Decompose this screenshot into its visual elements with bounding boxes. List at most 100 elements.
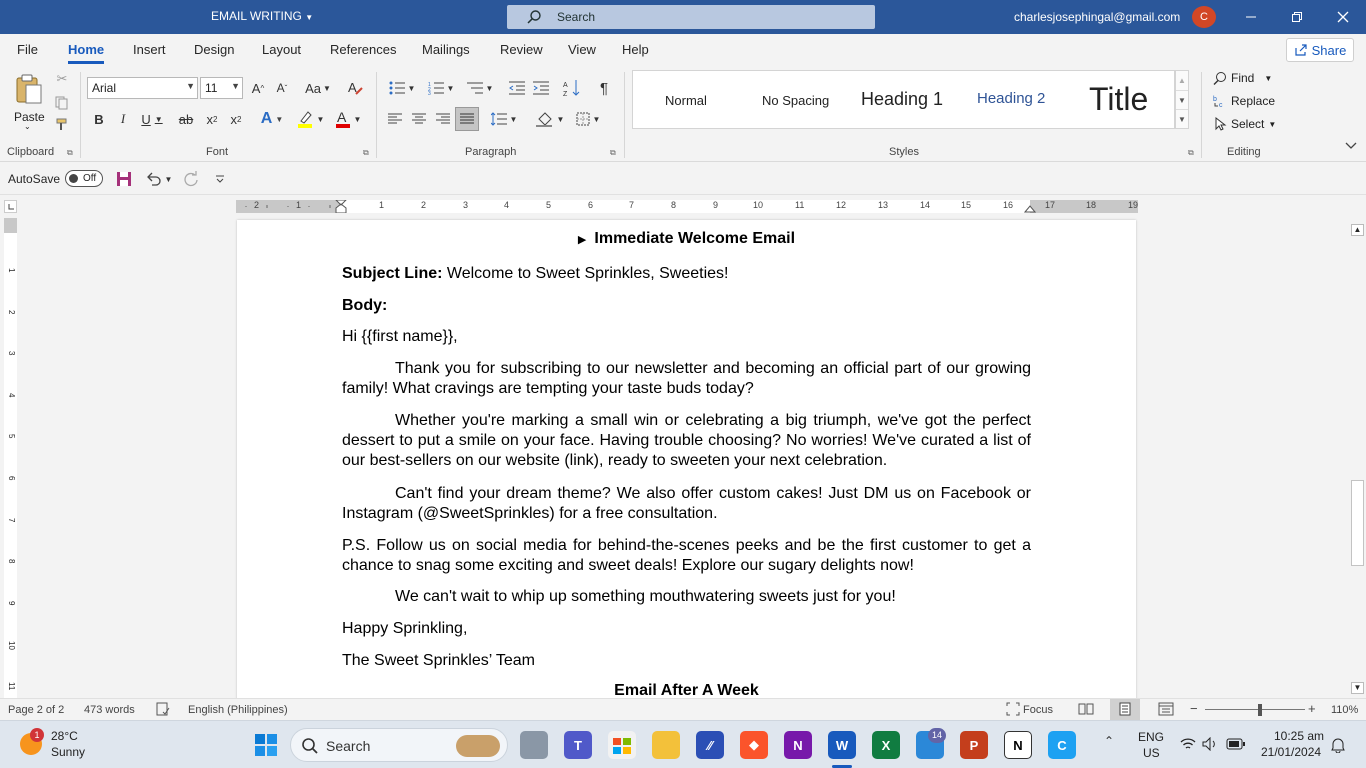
print-layout-button[interactable] — [1110, 699, 1140, 720]
sort-button[interactable]: AZ — [561, 77, 583, 99]
style-heading-1[interactable]: Heading 1 — [861, 89, 943, 110]
weather-temp[interactable]: 28°C — [51, 729, 78, 743]
share-button[interactable]: Share — [1286, 38, 1354, 62]
web-layout-icon[interactable] — [1158, 702, 1174, 716]
font-size-select[interactable]: 11 ▼ — [200, 77, 243, 99]
chevron-up-icon[interactable]: ⌃ — [1104, 734, 1114, 748]
increase-indent-button[interactable] — [531, 77, 551, 99]
word-count[interactable]: 473 words — [84, 704, 135, 716]
word-icon[interactable]: W — [828, 731, 856, 759]
style-title[interactable]: Title — [1089, 81, 1148, 118]
bullets-button[interactable]: ▼ — [385, 77, 419, 99]
tab-view[interactable]: View — [568, 42, 596, 57]
scroll-up-icon[interactable]: ▲ — [1351, 224, 1364, 236]
change-case-button[interactable]: Aa ▼ — [302, 77, 334, 99]
tab-references[interactable]: References — [330, 42, 396, 57]
task-view-icon[interactable] — [520, 731, 548, 759]
strikethrough-button[interactable]: ab — [175, 108, 197, 130]
subscript-button[interactable]: x2 — [201, 108, 223, 130]
zoom-slider[interactable] — [1205, 709, 1305, 710]
numbering-button[interactable]: 1 2 3 ▼ — [424, 77, 458, 99]
wifi-icon[interactable] — [1180, 737, 1196, 751]
grow-font-button[interactable]: A ^ — [248, 77, 268, 99]
paste-button[interactable] — [12, 70, 46, 108]
copy-icon[interactable] — [53, 94, 71, 112]
shading-button[interactable]: ▼ — [533, 108, 567, 130]
notion-icon[interactable]: N — [1004, 731, 1032, 759]
close-button[interactable] — [1320, 0, 1366, 34]
find-button[interactable]: Find ▼ — [1213, 71, 1272, 85]
show-formatting-marks-button[interactable]: ¶ — [593, 77, 615, 99]
weather-desc[interactable]: Sunny — [51, 745, 85, 759]
zoom-slider-thumb[interactable] — [1258, 704, 1262, 716]
horizontal-ruler[interactable]: 2 1 1 2 3 4 5 6 7 8 9 10 11 12 13 14 15 … — [236, 200, 1138, 213]
lang-bottom[interactable]: US — [1143, 746, 1160, 760]
indent-marker-icon[interactable] — [335, 200, 347, 213]
file-explorer-icon[interactable] — [652, 731, 680, 759]
tab-mailings[interactable]: Mailings — [422, 42, 470, 57]
align-left-button[interactable] — [385, 108, 405, 130]
superscript-button[interactable]: x2 — [225, 108, 247, 130]
highlight-button[interactable]: ▼ — [294, 108, 326, 130]
tab-insert[interactable]: Insert — [133, 42, 166, 57]
teams-icon[interactable]: T — [564, 731, 592, 759]
volume-icon[interactable] — [1202, 737, 1218, 751]
focus-icon[interactable] — [1006, 702, 1020, 716]
save-button[interactable] — [115, 170, 133, 188]
start-windows-icon[interactable] — [252, 731, 280, 759]
language[interactable]: English (Philippines) — [188, 704, 288, 716]
clipboard-launcher-icon[interactable]: ⧉ — [67, 148, 73, 158]
borders-button[interactable]: ▼ — [571, 108, 605, 130]
customize-qat-icon[interactable] — [211, 170, 229, 188]
scroll-down-icon[interactable]: ▼ — [1176, 90, 1188, 109]
battery-icon[interactable] — [1226, 738, 1246, 750]
style-heading-2[interactable]: Heading 2 — [977, 90, 1045, 107]
tab-home[interactable]: Home — [68, 42, 105, 64]
right-indent-marker-icon[interactable] — [1024, 205, 1036, 213]
scrollbar-thumb[interactable] — [1351, 480, 1364, 566]
tab-help[interactable]: Help — [622, 42, 649, 57]
collapse-triangle-icon[interactable]: ▶ — [578, 234, 586, 246]
excel-icon[interactable]: X — [872, 731, 900, 759]
bold-button[interactable]: B — [89, 108, 109, 130]
scroll-up-icon[interactable]: ▲ — [1176, 71, 1188, 90]
title-search-box[interactable]: Search — [507, 5, 875, 29]
select-button[interactable]: Select ▼ — [1213, 117, 1276, 131]
text-effects-button[interactable]: A ▼ — [256, 108, 288, 130]
vertical-ruler[interactable]: 1 2 3 4 5 6 7 8 9 10 11 — [4, 218, 17, 698]
zoom-level[interactable]: 110% — [1331, 704, 1358, 716]
style-no-spacing[interactable]: No Spacing — [762, 93, 829, 108]
italic-button[interactable]: I — [113, 108, 133, 130]
page-count[interactable]: Page 2 of 2 — [8, 704, 64, 716]
focus-label[interactable]: Focus — [1023, 704, 1053, 716]
onenote-icon[interactable]: N — [784, 731, 812, 759]
powerpoint-icon[interactable]: P — [960, 731, 988, 759]
notification-bell-icon[interactable] — [1330, 737, 1346, 753]
account-email[interactable]: charlesjosephingal@gmail.com — [1014, 10, 1180, 24]
collapse-ribbon-button[interactable] — [1342, 138, 1360, 154]
zoom-in-button[interactable]: + — [1308, 701, 1316, 716]
font-launcher-icon[interactable]: ⧉ — [363, 148, 369, 158]
underline-button[interactable]: U ▼ — [137, 108, 167, 130]
multilevel-list-button[interactable]: ▼ — [463, 77, 497, 99]
paste-dropdown-icon[interactable]: ⌄ — [24, 122, 31, 131]
paragraph-launcher-icon[interactable]: ⧉ — [610, 148, 616, 158]
minimize-button[interactable] — [1228, 0, 1274, 34]
decrease-indent-button[interactable] — [507, 77, 527, 99]
line-spacing-button[interactable]: ▼ — [487, 108, 521, 130]
font-color-button[interactable]: A ▼ — [332, 108, 364, 130]
zoom-out-button[interactable]: − — [1190, 701, 1198, 716]
document-page[interactable]: ▶ Immediate Welcome Email Subject Line: W… — [237, 220, 1136, 698]
tab-review[interactable]: Review — [500, 42, 543, 57]
redo-button[interactable] — [181, 170, 201, 188]
lang-top[interactable]: ENG — [1138, 730, 1164, 744]
app-icon[interactable]: C — [1048, 731, 1076, 759]
autosave-toggle[interactable]: Off — [65, 170, 103, 187]
more-styles-icon[interactable]: ▼ — [1176, 109, 1188, 128]
brave-browser-icon[interactable]: ◆ — [740, 731, 768, 759]
align-center-button[interactable] — [409, 108, 429, 130]
styles-launcher-icon[interactable]: ⧉ — [1188, 148, 1194, 158]
cut-icon[interactable]: ✂ — [53, 70, 71, 88]
font-family-select[interactable]: Arial ▼ — [87, 77, 198, 99]
microsoft-store-icon[interactable] — [608, 731, 636, 759]
